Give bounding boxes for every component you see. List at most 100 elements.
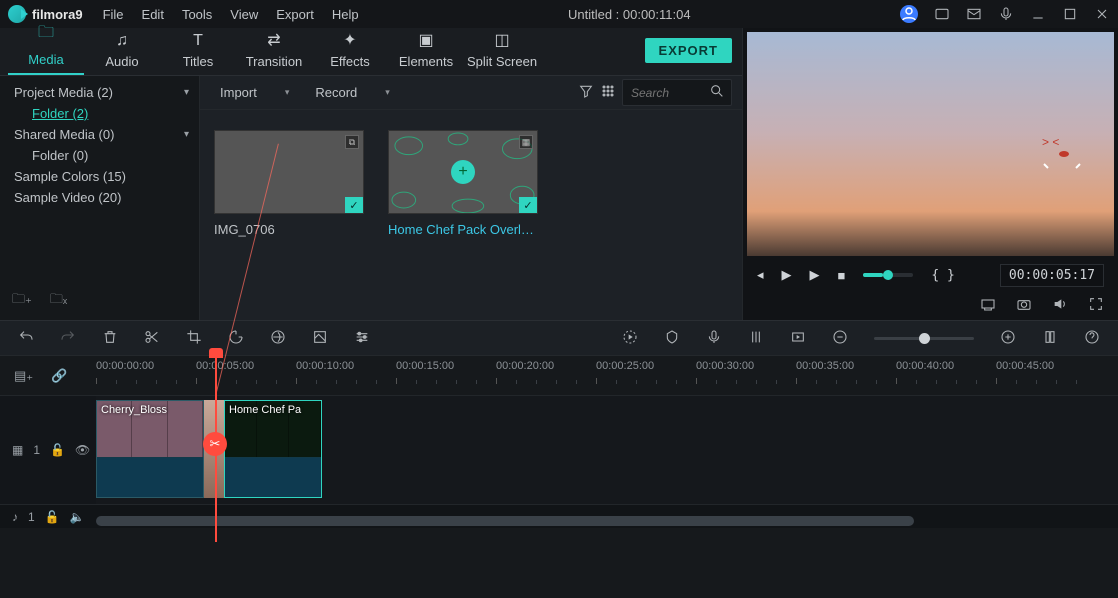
filter-icon[interactable]: [578, 83, 594, 102]
volume-icon[interactable]: [1052, 296, 1068, 315]
title-bar: filmora9 File Edit Tools View Export Hel…: [0, 0, 1118, 28]
record-dropdown[interactable]: Record▾: [305, 81, 399, 104]
tree-folder[interactable]: Folder (0): [0, 145, 199, 166]
menu-help[interactable]: Help: [332, 7, 359, 22]
tab-effects[interactable]: ✦Effects: [312, 26, 388, 75]
tab-transition[interactable]: ⇄Transition: [236, 26, 312, 75]
tree-sample-colors[interactable]: Sample Colors (15): [0, 166, 199, 187]
tree-sample-video[interactable]: Sample Video (20): [0, 187, 199, 208]
voiceover-icon[interactable]: [706, 329, 722, 348]
render-icon[interactable]: [622, 329, 638, 348]
snapshot-icon[interactable]: [1016, 296, 1032, 315]
search-input[interactable]: [631, 86, 701, 100]
window-maximize-icon[interactable]: [1062, 6, 1078, 22]
marker-icon[interactable]: [664, 329, 680, 348]
window-close-icon[interactable]: [1094, 6, 1110, 22]
tab-audio[interactable]: ♫Audio: [84, 28, 160, 75]
media-item[interactable]: ⧉ ✓ IMG_0706: [214, 130, 364, 237]
window-minimize-icon[interactable]: [1030, 6, 1046, 22]
eye-icon[interactable]: 👁: [75, 443, 90, 457]
add-overlay-icon[interactable]: +: [451, 160, 475, 184]
timeline-clip[interactable]: Cherry_Bloss: [96, 400, 204, 498]
color-icon[interactable]: [270, 329, 286, 348]
audio-mixer-icon[interactable]: [748, 329, 764, 348]
zoom-slider[interactable]: [874, 337, 974, 340]
crop-icon[interactable]: [186, 329, 202, 348]
zoom-out-icon[interactable]: [832, 329, 848, 348]
menu-view[interactable]: View: [230, 7, 258, 22]
help-icon[interactable]: [1084, 329, 1100, 348]
quality-icon[interactable]: [980, 296, 996, 315]
media-type-icon: ▦: [519, 135, 533, 149]
mic-icon[interactable]: [998, 6, 1014, 22]
menu-file[interactable]: File: [103, 7, 124, 22]
video-track: ▦ 1 🔓 👁 ✂ Cherry_BlossHome Chef Pa: [0, 396, 1118, 504]
new-folder-icon[interactable]: 🗀₊: [12, 290, 32, 312]
menu-edit[interactable]: Edit: [142, 7, 164, 22]
preview-viewport[interactable]: > <: [747, 32, 1114, 256]
volume-slider[interactable]: [863, 273, 913, 277]
menu-tools[interactable]: Tools: [182, 7, 212, 22]
preview-timecode: 00:00:05:17: [1000, 264, 1104, 287]
link-icon[interactable]: 🔗: [51, 368, 67, 384]
manage-tracks-icon[interactable]: ▤₊: [14, 368, 33, 384]
chevron-down-icon: ▾: [385, 87, 390, 98]
import-dropdown[interactable]: Import▾: [210, 81, 299, 104]
track-header[interactable]: ♪ 1 🔓 🔈: [0, 505, 96, 528]
split-clip-icon[interactable]: [144, 329, 160, 348]
timeline-scrollbar[interactable]: [96, 516, 1118, 526]
export-button[interactable]: EXPORT: [645, 38, 732, 63]
markers-label[interactable]: { }: [931, 268, 954, 283]
user-avatar-icon[interactable]: [900, 5, 918, 23]
mute-icon[interactable]: 🔈: [70, 510, 85, 524]
timeline-ruler[interactable]: 00:00:00:0000:00:05:0000:00:10:0000:00:1…: [96, 356, 1118, 395]
play-forward-icon[interactable]: ▶: [810, 267, 820, 283]
video-lane[interactable]: ✂ Cherry_BlossHome Chef Pa: [96, 396, 1118, 504]
tab-elements[interactable]: ▣Elements: [388, 26, 464, 75]
tree-folder-selected[interactable]: Folder (2): [0, 103, 199, 124]
tree-project-media[interactable]: Project Media (2)▾: [0, 82, 199, 103]
text-icon: T: [193, 32, 203, 50]
tab-titles[interactable]: TTitles: [160, 28, 236, 75]
sparkle-icon: ✦: [343, 30, 356, 50]
timeline-toolbar: [0, 320, 1118, 356]
ruler-tick: 00:00:15:00: [396, 360, 454, 372]
export-frame-icon[interactable]: [790, 329, 806, 348]
green-screen-icon[interactable]: [312, 329, 328, 348]
track-header[interactable]: ▦ 1 🔓 👁: [0, 396, 96, 504]
lock-icon[interactable]: 🔓: [50, 443, 65, 457]
prev-frame-icon[interactable]: ◂: [757, 267, 764, 283]
search-field[interactable]: [622, 79, 732, 106]
search-icon[interactable]: [709, 83, 725, 102]
tree-shared-media[interactable]: Shared Media (0)▾: [0, 124, 199, 145]
messages-icon[interactable]: [934, 6, 950, 22]
stop-icon[interactable]: ■: [838, 268, 846, 283]
delete-folder-icon[interactable]: 🗀ₓ: [50, 290, 67, 312]
redo-icon[interactable]: [60, 329, 76, 348]
ruler-tick: 00:00:35:00: [796, 360, 854, 372]
cut-button[interactable]: ✂: [203, 432, 227, 456]
zoom-fit-icon[interactable]: [1042, 329, 1058, 348]
play-icon[interactable]: ▶: [782, 267, 792, 283]
grid-view-icon[interactable]: [600, 83, 616, 102]
timeline-ruler-row: ▤₊ 🔗 00:00:00:0000:00:05:0000:00:10:0000…: [0, 356, 1118, 396]
ruler-tick: 00:00:20:00: [496, 360, 554, 372]
lock-icon[interactable]: 🔓: [45, 510, 60, 524]
undo-icon[interactable]: [18, 329, 34, 348]
timeline-panel: ▤₊ 🔗 00:00:00:0000:00:05:0000:00:10:0000…: [0, 320, 1118, 598]
timeline-clip[interactable]: Home Chef Pa: [224, 400, 322, 498]
tab-media[interactable]: 🗀Media: [8, 17, 84, 75]
media-thumbnails: ⧉ ✓ IMG_0706 ▦ + ✓ Home Chef Pack Overl…: [200, 110, 742, 257]
media-item[interactable]: ▦ + ✓ Home Chef Pack Overl…: [388, 130, 538, 237]
thumbnail-image: ▦ + ✓: [388, 130, 538, 214]
zoom-in-icon[interactable]: [1000, 329, 1016, 348]
adjust-icon[interactable]: [354, 329, 370, 348]
tab-split-screen[interactable]: ◫Split Screen: [464, 26, 540, 75]
menu-export[interactable]: Export: [276, 7, 314, 22]
fullscreen-icon[interactable]: [1088, 296, 1104, 315]
thumbnail-image: ⧉ ✓: [214, 130, 364, 214]
audio-lane[interactable]: [96, 505, 1118, 528]
delete-icon[interactable]: [102, 329, 118, 348]
mail-icon[interactable]: [966, 6, 982, 22]
used-check-icon: ✓: [519, 197, 537, 213]
